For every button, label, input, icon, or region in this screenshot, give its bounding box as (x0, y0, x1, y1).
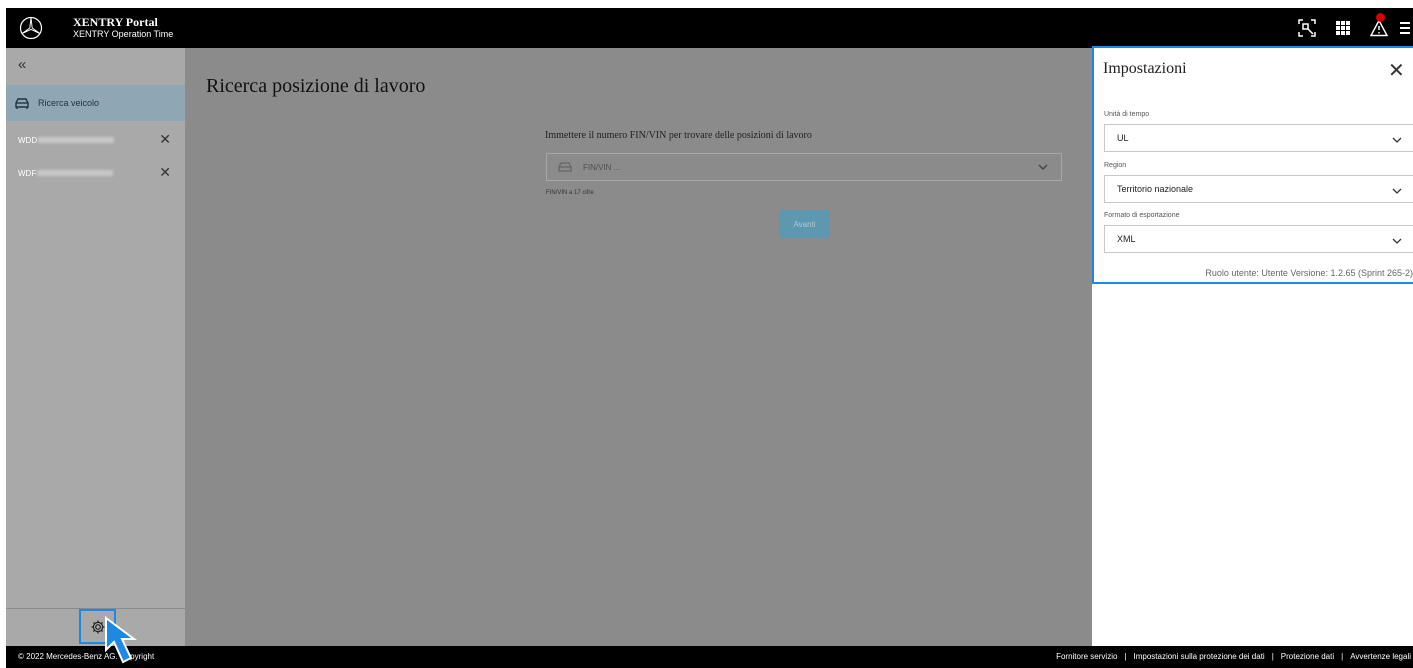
brand: XENTRY Portal XENTRY Operation Time (73, 16, 173, 39)
footer-separator: | (1124, 652, 1127, 661)
close-icon[interactable]: ✕ (1388, 58, 1405, 83)
chevron-down-icon (1392, 188, 1402, 194)
close-vehicle-icon[interactable]: ✕ (159, 131, 171, 148)
vin-prompt: Immettere il numero FIN/VIN per trovare … (545, 130, 812, 141)
export-format-select[interactable]: XML (1104, 225, 1413, 253)
settings-panel: Impostazioni ✕ Unità di tempo UL Region … (1092, 46, 1413, 646)
page-title: Ricerca posizione di lavoro (206, 75, 426, 97)
car-icon (15, 98, 29, 109)
sidebar: « Ricerca veicolo WDD ✕ WDF ✕ (6, 48, 185, 646)
footer-separator: | (1271, 652, 1274, 661)
time-unit-select[interactable]: UL (1104, 124, 1413, 152)
export-format-value: XML (1117, 234, 1136, 244)
region-label: Region (1104, 162, 1127, 169)
region-select[interactable]: Territorio nazionale (1104, 175, 1413, 203)
close-vehicle-icon[interactable]: ✕ (159, 164, 171, 181)
car-icon (558, 162, 572, 172)
footer-separator: | (1341, 652, 1344, 661)
chevron-down-icon (1392, 238, 1402, 244)
footer-links: Fornitore servizio | Impostazioni sulla … (1056, 652, 1411, 661)
vehicle-vin-prefix: WDD (18, 135, 38, 145)
scan-icon[interactable] (1289, 8, 1325, 48)
sidebar-vehicle-item[interactable]: WDD ✕ (6, 125, 185, 155)
next-button[interactable]: Avanti (779, 210, 830, 238)
footer: © 2022 Mercedes-Benz AG. Copyright Forni… (6, 646, 1413, 668)
vin-input[interactable]: FIN/VIN ... (546, 153, 1062, 181)
sidebar-item-vehicle-search[interactable]: Ricerca veicolo (6, 85, 185, 121)
mercedes-star-logo[interactable] (19, 16, 43, 40)
footer-link-provider[interactable]: Fornitore servizio (1056, 652, 1117, 661)
top-bar: XENTRY Portal XENTRY Operation Time (6, 8, 1413, 48)
main-content: Ricerca posizione di lavoro Immettere il… (185, 48, 1092, 646)
export-format-label: Formato di esportazione (1104, 212, 1180, 219)
settings-title: Impostazioni (1103, 60, 1187, 77)
collapse-sidebar-button[interactable]: « (18, 56, 26, 73)
app-subtitle: XENTRY Operation Time (73, 29, 174, 39)
version-info: Ruolo utente: Utente Versione: 1.2.65 (S… (1205, 268, 1413, 278)
sidebar-item-label: Ricerca veicolo (38, 98, 100, 108)
warning-icon[interactable] (1361, 8, 1397, 48)
time-unit-label: Unità di tempo (1104, 111, 1150, 118)
chevron-down-icon (1392, 137, 1402, 143)
vin-input-placeholder: FIN/VIN ... (583, 162, 621, 172)
chevron-down-icon[interactable] (1037, 161, 1049, 173)
apps-grid-icon[interactable] (1325, 8, 1361, 48)
vin-redacted (37, 170, 114, 176)
top-icons (1289, 8, 1413, 48)
vin-redacted (38, 137, 115, 143)
pointer-arrow-icon (105, 616, 137, 664)
region-value: Territorio nazionale (1117, 184, 1194, 194)
vehicle-vin-prefix: WDF (18, 168, 37, 178)
menu-icon[interactable] (1397, 8, 1413, 48)
footer-link-privacy-settings[interactable]: Impostazioni sulla protezione dei dati (1134, 652, 1265, 661)
footer-link-legal[interactable]: Avvertenze legali (1350, 652, 1411, 661)
sidebar-vehicle-item[interactable]: WDF ✕ (6, 158, 185, 188)
footer-link-data-protection[interactable]: Protezione dati (1281, 652, 1334, 661)
alert-badge (1376, 13, 1385, 22)
time-unit-value: UL (1117, 133, 1129, 143)
app-title: XENTRY Portal (73, 15, 158, 29)
vin-hint: FIN/VIN a 17 cifre (546, 190, 594, 196)
